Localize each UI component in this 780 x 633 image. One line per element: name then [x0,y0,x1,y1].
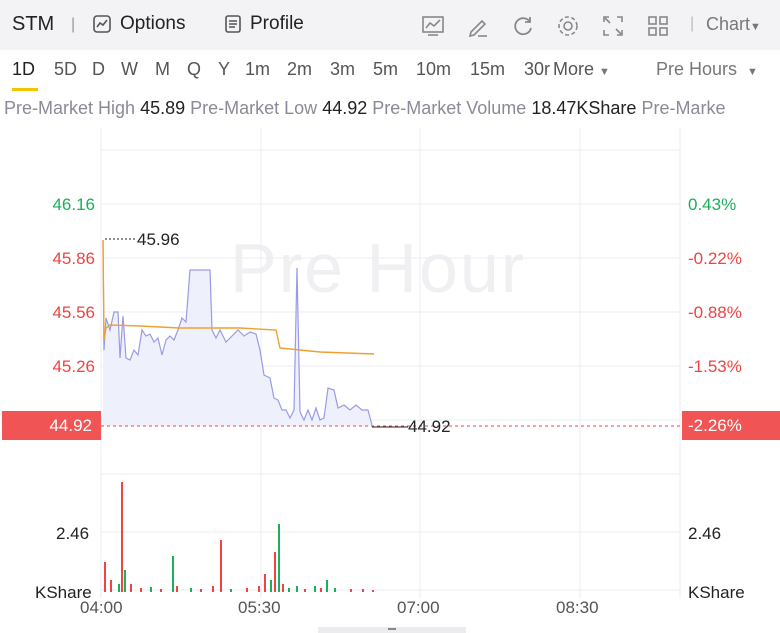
left-tick-label: 45.26 [52,357,95,376]
volume-bar [121,482,123,592]
time-label: 07:00 [397,598,440,617]
volume-bar [288,588,290,592]
right-tick-label: -0.22% [688,249,742,268]
right-tick-label: 0.43% [688,195,737,214]
low-callout: 44.92 [408,417,451,436]
volume-bar [190,588,192,592]
time-label: 08:30 [556,598,599,617]
volume-bar [110,580,112,592]
volume-tick-left: 2.46 [56,524,90,543]
volume-bar [230,589,232,592]
volume-bar [296,586,298,592]
volume-bar [282,584,284,592]
volume-bar [172,556,174,592]
volume-bar [314,586,316,592]
volume-bar [258,586,260,592]
left-tick-label: 45.56 [52,303,95,322]
high-callout: 45.96 [137,230,180,249]
volume-bar [130,584,132,592]
volume-bar [334,588,336,592]
volume-bar [274,552,276,592]
scroll-handle[interactable] [318,627,466,633]
volume-bar [118,584,120,592]
right-tick-label: -0.88% [688,303,742,322]
left-tick-label: 45.86 [52,249,95,268]
volume-bar [200,589,202,592]
volume-bar [150,587,152,592]
volume-bar [326,580,328,592]
time-label: 04:00 [80,598,123,617]
volume-bar [104,562,106,592]
volume-bar [264,574,266,592]
volume-bar [176,586,178,592]
time-label: 05:30 [238,598,281,617]
volume-bar [320,588,322,592]
volume-bar [350,589,352,592]
volume-bar [140,588,142,592]
volume-bar [372,590,374,592]
current-price-tag: 44.92 [2,411,101,440]
volume-bar [270,580,272,592]
current-change-tag: -2.26% [682,411,780,440]
volume-bar [160,589,162,592]
volume-bar [124,570,126,592]
price-chart[interactable] [0,0,780,633]
volume-bar [220,540,222,592]
volume-bar [362,589,364,592]
chart-series [101,238,680,592]
volume-unit-right: KShare [688,583,745,602]
left-tick-label: 46.16 [52,195,95,214]
volume-bar [278,524,280,592]
volume-bar [246,588,248,592]
volume-bar [212,586,214,592]
volume-bar [304,589,306,592]
volume-tick-right: 2.46 [688,524,722,543]
right-tick-label: -1.53% [688,357,742,376]
